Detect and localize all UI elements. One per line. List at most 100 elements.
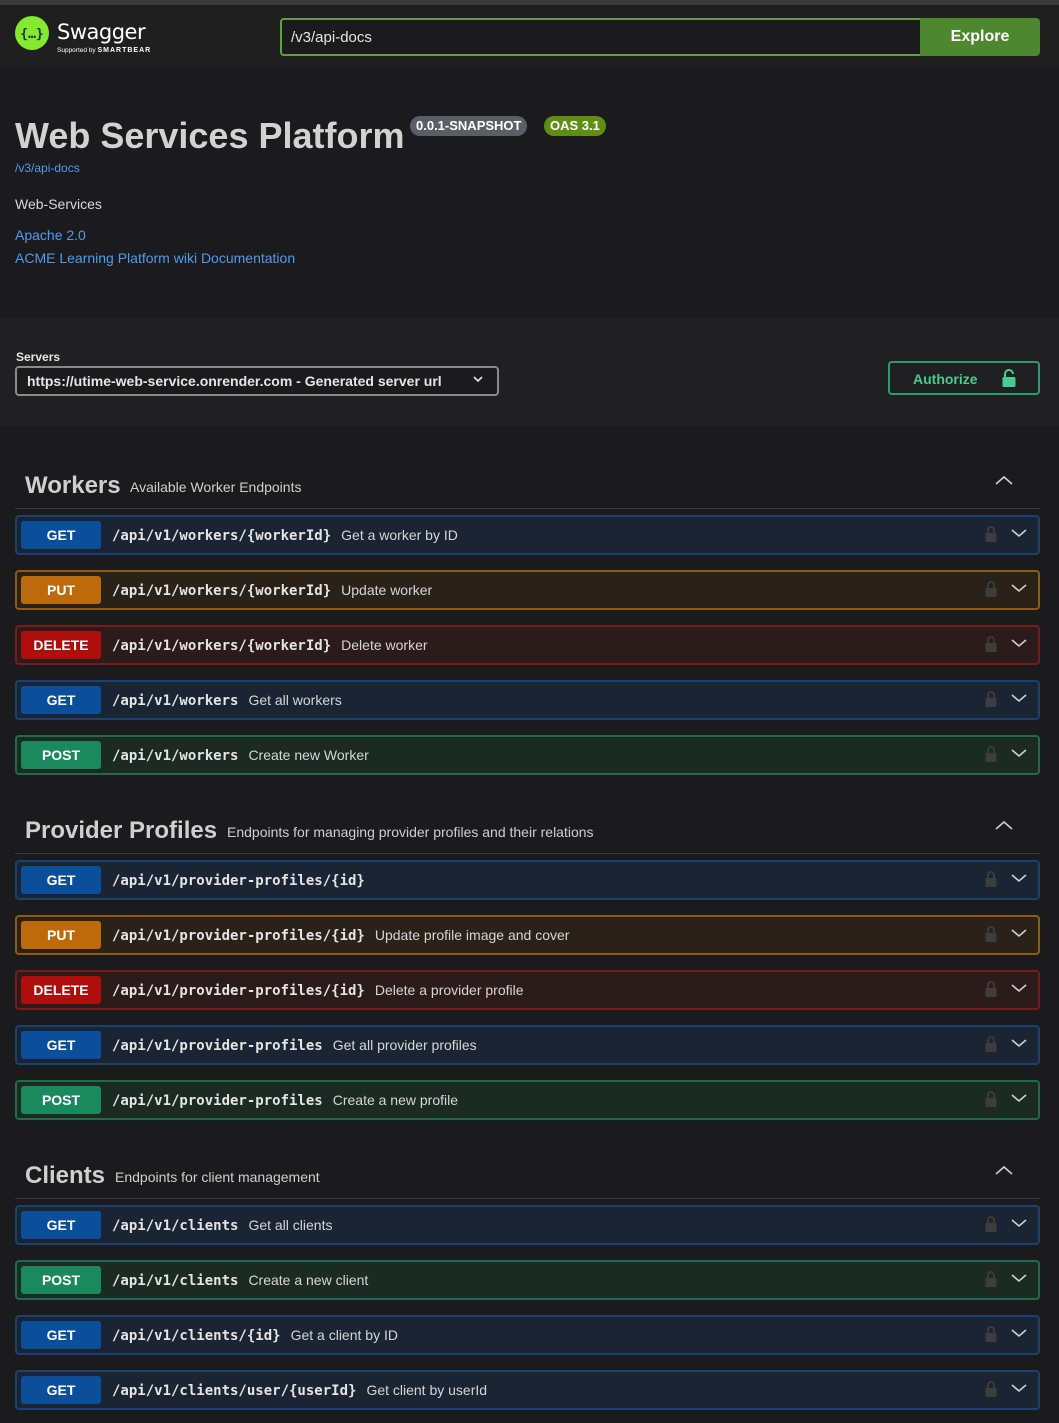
operation-delete-provider-profile[interactable]: DELETE /api/v1/provider-profiles/{id} Del…: [15, 970, 1040, 1010]
external-docs-link[interactable]: ACME Learning Platform wiki Documentatio…: [15, 250, 295, 266]
logo-sub-prefix: Supported by: [57, 47, 96, 54]
lock-icon[interactable]: [985, 1035, 997, 1053]
operation-path: /api/v1/workers/{workerId} Update worker: [112, 582, 432, 599]
authorize-button[interactable]: Authorize: [888, 361, 1040, 395]
method-badge: GET: [21, 1321, 101, 1349]
version-badge: 0.0.1-SNAPSHOT: [410, 116, 528, 136]
explore-button[interactable]: Explore: [920, 18, 1040, 56]
chevron-down-icon[interactable]: [1009, 637, 1029, 649]
chevron-up-icon[interactable]: [993, 1164, 1015, 1178]
chevron-down-icon[interactable]: [1009, 872, 1029, 884]
chevron-down-icon[interactable]: [1009, 527, 1029, 539]
path-text: /api/v1/provider-profiles/{id}: [112, 928, 365, 944]
operation-delete-worker[interactable]: DELETE /api/v1/workers/{workerId} Delete …: [15, 625, 1040, 665]
lock-icon[interactable]: [985, 745, 997, 763]
chevron-down-icon[interactable]: [1009, 582, 1029, 594]
scheme-container: Servers https://utime-web-service.onrend…: [0, 317, 1059, 427]
operation-get-all-workers[interactable]: GET /api/v1/workers Get all workers: [15, 680, 1040, 720]
tag-header-clients[interactable]: Clients Endpoints for client management: [15, 1148, 1040, 1199]
operation-get-workers-by-id[interactable]: GET /api/v1/workers/{workerId} Get a work…: [15, 515, 1040, 555]
lock-icon[interactable]: [985, 1090, 997, 1108]
method-badge: POST: [21, 1266, 101, 1294]
operation-path: /api/v1/workers Get all workers: [112, 692, 342, 709]
chevron-down-icon[interactable]: [1009, 1327, 1029, 1339]
tag-description: Available Worker Endpoints: [130, 479, 302, 495]
operation-get-client-by-id[interactable]: GET /api/v1/clients/{id} Get a client by …: [15, 1315, 1040, 1355]
method-badge: DELETE: [21, 976, 101, 1004]
chevron-down-icon[interactable]: [1009, 1272, 1029, 1284]
path-text: /api/v1/workers: [112, 748, 239, 764]
operation-summary: Create a new profile: [332, 1092, 459, 1108]
unlock-icon: [1002, 369, 1016, 387]
method-badge: GET: [21, 1211, 101, 1239]
operation-summary: Create a new client: [248, 1272, 369, 1288]
tag-header-workers[interactable]: Workers Available Worker Endpoints: [15, 458, 1040, 509]
operation-summary: Delete worker: [341, 637, 428, 653]
swagger-logo[interactable]: {…} Swagger Supported by SMARTBEAR: [15, 16, 165, 60]
operation-path: /api/v1/clients Get all clients: [112, 1217, 332, 1234]
tag-name: Clients: [25, 1162, 106, 1189]
operation-get-all-clients[interactable]: GET /api/v1/clients Get all clients: [15, 1205, 1040, 1245]
operation-put-provider-profile[interactable]: PUT /api/v1/provider-profiles/{id} Update…: [15, 915, 1040, 955]
operation-put-worker[interactable]: PUT /api/v1/workers/{workerId} Update wor…: [15, 570, 1040, 610]
chevron-down-icon: [473, 376, 483, 383]
operation-get-client-by-user-id[interactable]: GET /api/v1/clients/user/{userId} Get cli…: [15, 1370, 1040, 1410]
lock-icon[interactable]: [985, 525, 997, 543]
explore-url-input[interactable]: [280, 18, 921, 56]
chevron-down-icon[interactable]: [1009, 1382, 1029, 1394]
lock-icon[interactable]: [985, 870, 997, 888]
operation-path: /api/v1/clients/{id} Get a client by ID: [112, 1327, 398, 1344]
operation-summary: Get client by userId: [366, 1382, 488, 1398]
api-docs-link[interactable]: /v3/api-docs: [15, 161, 80, 175]
operation-path: /api/v1/provider-profiles/{id} Delete a p…: [112, 982, 524, 999]
lock-icon[interactable]: [985, 1270, 997, 1288]
method-badge: GET: [21, 686, 101, 714]
api-description: Web-Services: [15, 196, 102, 212]
lock-icon[interactable]: [985, 1380, 997, 1398]
chevron-up-icon[interactable]: [993, 819, 1015, 833]
lock-icon[interactable]: [985, 690, 997, 708]
operation-path: /api/v1/workers/{workerId} Delete worker: [112, 637, 428, 654]
chevron-up-icon[interactable]: [993, 474, 1015, 488]
swagger-logo-icon: {…}: [15, 16, 49, 50]
method-badge: POST: [21, 741, 101, 769]
chevron-down-icon[interactable]: [1009, 747, 1029, 759]
operation-path: /api/v1/workers Create new Worker: [112, 747, 369, 764]
servers-select[interactable]: https://utime-web-service.onrender.com -…: [15, 366, 499, 396]
operation-path: /api/v1/provider-profiles Create a new pr…: [112, 1092, 458, 1109]
tag-description: Endpoints for client management: [115, 1169, 320, 1185]
method-badge: DELETE: [21, 631, 101, 659]
chevron-down-icon[interactable]: [1009, 692, 1029, 704]
chevron-down-icon[interactable]: [1009, 1217, 1029, 1229]
chevron-down-icon[interactable]: [1009, 927, 1029, 939]
operation-post-provider-profile[interactable]: POST /api/v1/provider-profiles Create a n…: [15, 1080, 1040, 1120]
method-badge: POST: [21, 1086, 101, 1114]
method-badge: GET: [21, 521, 101, 549]
lock-icon[interactable]: [985, 580, 997, 598]
tag-header-provider-profiles[interactable]: Provider Profiles Endpoints for managing…: [15, 803, 1040, 854]
operation-summary: Get all workers: [248, 692, 342, 708]
license-link[interactable]: Apache 2.0: [15, 227, 86, 243]
operation-get-provider-profile[interactable]: GET /api/v1/provider-profiles/{id}: [15, 860, 1040, 900]
path-text: /api/v1/workers/{workerId}: [112, 528, 332, 544]
operation-summary: Get all provider profiles: [332, 1037, 477, 1053]
path-text: /api/v1/provider-profiles: [112, 1093, 323, 1109]
tag-name: Workers: [25, 472, 121, 499]
operation-path: /api/v1/clients Create a new client: [112, 1272, 368, 1289]
operation-path: /api/v1/provider-profiles/{id} Update pro…: [112, 927, 569, 944]
operation-post-client[interactable]: POST /api/v1/clients Create a new client: [15, 1260, 1040, 1300]
topbar: {…} Swagger Supported by SMARTBEAR Explo…: [0, 5, 1059, 67]
chevron-down-icon[interactable]: [1009, 982, 1029, 994]
lock-icon[interactable]: [985, 925, 997, 943]
path-text: /api/v1/clients/user/{userId}: [112, 1383, 357, 1399]
lock-icon[interactable]: [985, 1325, 997, 1343]
lock-icon[interactable]: [985, 635, 997, 653]
operation-post-worker[interactable]: POST /api/v1/workers Create new Worker: [15, 735, 1040, 775]
path-text: /api/v1/provider-profiles/{id}: [112, 983, 365, 999]
chevron-down-icon[interactable]: [1009, 1037, 1029, 1049]
lock-icon[interactable]: [985, 1215, 997, 1233]
servers-label: Servers: [16, 350, 61, 364]
lock-icon[interactable]: [985, 980, 997, 998]
chevron-down-icon[interactable]: [1009, 1092, 1029, 1104]
operation-get-all-provider-profiles[interactable]: GET /api/v1/provider-profiles Get all pro…: [15, 1025, 1040, 1065]
